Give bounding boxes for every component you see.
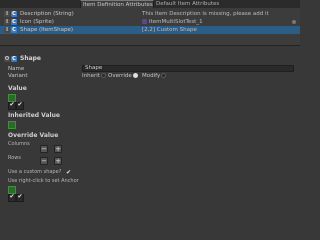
attribute-name: Shape (ItemShape) — [20, 27, 74, 33]
instance-icon: I — [4, 19, 10, 25]
radio-selected-icon[interactable] — [132, 73, 138, 78]
attribute-value: ItemMultiSlotTest_1 — [149, 19, 203, 25]
variant-inherit-option[interactable]: Inherit — [82, 73, 107, 80]
rows-increment-button[interactable]: + — [54, 157, 62, 165]
variant-label: Variant — [8, 73, 28, 79]
radio-icon[interactable] — [100, 73, 106, 78]
tab-default-item-attributes[interactable]: Default Item Attributes — [154, 0, 224, 8]
tab-bar: Item Definition Attributes Default Item … — [0, 0, 300, 8]
custom-shape-checkbox[interactable]: ✔ — [66, 170, 72, 176]
override-section-title: Override Value — [8, 132, 59, 139]
rows-label: Rows — [8, 155, 22, 161]
attribute-title: Shape — [20, 55, 42, 62]
attribute-row-shape[interactable]: I C Shape (ItemShape) [2,2] Custom Shape — [0, 26, 300, 34]
class-icon: C — [11, 11, 17, 17]
attribute-value: This Item Description is missing, please… — [142, 11, 269, 17]
checkmark-icon: ✔ — [9, 193, 15, 200]
tab-item-definition-attributes[interactable]: Item Definition Attributes — [80, 0, 154, 8]
override-cell[interactable]: ✔ — [16, 193, 24, 202]
value-section-title: Value — [8, 85, 27, 92]
name-label: Name — [8, 66, 25, 72]
shape-cell[interactable]: ✔ — [16, 101, 24, 110]
attribute-name: Icon (Sprite) — [20, 19, 54, 25]
attribute-row-description[interactable]: I C Description (String) This Item Descr… — [0, 10, 300, 18]
attribute-row-icon[interactable]: I C Icon (Sprite) ItemMultiSlotTest_1 — [0, 18, 300, 26]
object-picker-icon[interactable] — [292, 20, 296, 24]
shape-cell[interactable]: ✔ — [8, 101, 16, 110]
checkmark-icon: ✔ — [17, 193, 23, 200]
attribute-list: I C Description (String) This Item Descr… — [0, 8, 300, 46]
name-field[interactable]: Shape — [82, 65, 294, 72]
class-icon: C — [11, 19, 17, 25]
right-click-hint: Use right-click to set Anchor — [8, 178, 79, 184]
radio-icon[interactable] — [161, 73, 167, 78]
variant-modify-option[interactable]: Modify — [142, 73, 167, 80]
attribute-name: Description (String) — [20, 11, 74, 17]
variant-override-option[interactable]: Override — [108, 73, 139, 80]
rows-decrement-button[interactable]: − — [40, 157, 48, 165]
class-icon: C — [11, 56, 17, 62]
custom-shape-label: Use a custom shape? — [8, 169, 62, 175]
class-icon: C — [11, 27, 17, 33]
override-cell[interactable]: ✔ — [8, 193, 16, 202]
instance-icon: I — [4, 27, 10, 33]
inherited-cell — [8, 121, 16, 129]
columns-decrement-button[interactable]: − — [40, 145, 48, 153]
attribute-value: [2,2] Custom Shape — [142, 27, 197, 33]
attribute-header: O C Shape — [0, 55, 300, 63]
checkmark-icon: ✔ — [9, 101, 15, 108]
columns-increment-button[interactable]: + — [54, 145, 62, 153]
checkmark-icon: ✔ — [17, 101, 23, 108]
columns-label: Columns — [8, 141, 30, 147]
override-icon: O — [4, 56, 10, 62]
inherited-section-title: Inherited Value — [8, 112, 60, 119]
instance-icon: I — [4, 11, 10, 17]
sprite-icon — [142, 19, 147, 24]
